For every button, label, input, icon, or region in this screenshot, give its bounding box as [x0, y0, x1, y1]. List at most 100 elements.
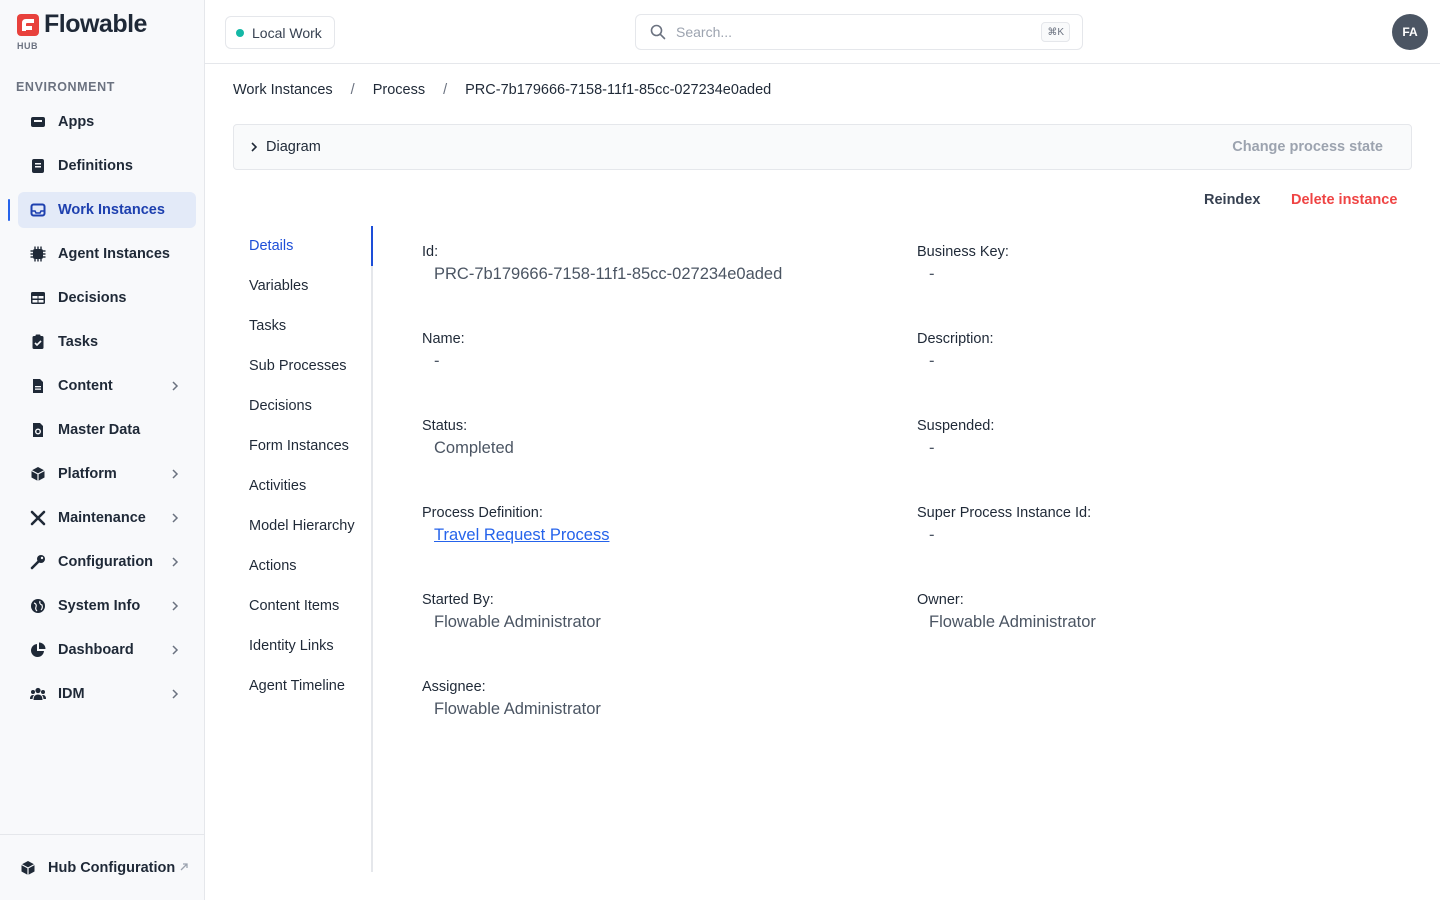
hub-configuration-link[interactable]: Hub Configuration — [0, 834, 204, 900]
change-process-state-button[interactable]: Change process state — [1232, 139, 1383, 155]
tab-sub-processes[interactable]: Sub Processes — [233, 346, 371, 386]
field-value: - — [929, 352, 935, 370]
sidebar-item-apps[interactable]: Apps — [18, 104, 196, 140]
tab-actions[interactable]: Actions — [233, 546, 371, 586]
table-icon — [30, 290, 46, 306]
breadcrumb-current: PRC-7b179666-7158-11f1-85cc-027234e0aded — [465, 82, 772, 98]
field-value: Flowable Administrator — [434, 613, 601, 631]
sidebar-item-label: IDM — [58, 686, 85, 702]
sidebar-item-label: Master Data — [58, 422, 141, 438]
sidebar-nav: Apps Definitions Work Instances Agent In… — [8, 104, 196, 720]
sidebar-item-label: Definitions — [58, 158, 133, 174]
sidebar-item-dashboard[interactable]: Dashboard — [18, 632, 196, 668]
field-label: Process Definition: — [422, 505, 543, 521]
tab-variables[interactable]: Variables — [233, 266, 371, 306]
chevron-right-icon — [172, 601, 179, 611]
sidebar-item-agent-instances[interactable]: Agent Instances — [18, 236, 196, 272]
clipboard-icon — [30, 334, 46, 350]
tools-icon — [30, 510, 46, 526]
search-bar[interactable]: ⌘K — [635, 14, 1083, 50]
field-description: Description: - — [917, 331, 994, 371]
sidebar-item-label: Platform — [58, 466, 117, 482]
field-label: Business Key: — [917, 244, 1009, 260]
cube-icon — [20, 860, 36, 876]
tab-agent-timeline[interactable]: Agent Timeline — [233, 666, 371, 706]
tab-identity-links[interactable]: Identity Links — [233, 626, 371, 666]
document-icon — [30, 378, 46, 394]
definitions-icon — [30, 158, 46, 174]
tab-decisions[interactable]: Decisions — [233, 386, 371, 426]
diagram-toggle[interactable]: Diagram Change process state — [233, 124, 1412, 170]
chevron-right-icon — [172, 557, 179, 567]
sidebar-item-label: Configuration — [58, 554, 154, 570]
tab-details[interactable]: Details — [233, 226, 373, 266]
sidebar-item-system-info[interactable]: System Info — [18, 588, 196, 624]
user-avatar[interactable]: FA — [1392, 14, 1428, 50]
globe-icon — [30, 598, 46, 614]
sidebar-item-maintenance[interactable]: Maintenance — [18, 500, 196, 536]
sidebar-item-decisions[interactable]: Decisions — [18, 280, 196, 316]
chevron-right-icon — [172, 513, 179, 523]
sidebar-item-master-data[interactable]: Master Data — [18, 412, 196, 448]
chevron-right-icon — [172, 381, 179, 391]
field-status: Status: Completed — [422, 418, 514, 458]
environment-label: Local Work — [252, 24, 322, 41]
data-icon — [30, 422, 46, 438]
field-label: Started By: — [422, 592, 494, 608]
field-business-key: Business Key: - — [917, 244, 1009, 284]
pie-chart-icon — [30, 642, 46, 658]
flowable-logo[interactable]: Flowable HUB — [17, 10, 147, 51]
field-label: Status: — [422, 418, 468, 434]
tab-activities[interactable]: Activities — [233, 466, 371, 506]
status-dot-icon — [236, 28, 244, 37]
process-definition-link[interactable]: Travel Request Process — [434, 526, 609, 545]
field-name: Name: - — [422, 331, 465, 371]
field-label: Name: — [422, 331, 465, 347]
sidebar-item-platform[interactable]: Platform — [18, 456, 196, 492]
cube-icon — [30, 466, 46, 482]
diagram-label: Diagram — [266, 139, 321, 155]
field-label: Owner: — [917, 592, 964, 608]
tab-content-items[interactable]: Content Items — [233, 586, 371, 626]
field-label: Suspended: — [917, 418, 995, 434]
search-input[interactable] — [676, 24, 1026, 40]
breadcrumb-work-instances[interactable]: Work Instances — [233, 82, 333, 98]
logo-text: Flowable — [44, 10, 147, 38]
tab-form-instances[interactable]: Form Instances — [233, 426, 371, 466]
apps-icon — [30, 114, 46, 130]
field-label: Super Process Instance Id: — [917, 505, 1092, 521]
chevron-right-icon — [172, 689, 179, 699]
field-value: PRC-7b179666-7158-11f1-85cc-027234e0aded — [434, 265, 783, 283]
environment-selector[interactable]: Local Work — [225, 16, 335, 49]
field-value: - — [434, 352, 440, 370]
field-value: - — [929, 526, 935, 544]
users-icon — [30, 686, 46, 702]
search-icon — [650, 24, 666, 40]
field-suspended: Suspended: - — [917, 418, 994, 458]
key-icon — [30, 554, 46, 570]
sidebar-item-label: Maintenance — [58, 510, 146, 526]
tab-model-hierarchy[interactable]: Model Hierarchy — [233, 506, 371, 546]
chevron-right-icon — [172, 645, 179, 655]
sidebar-item-tasks[interactable]: Tasks — [18, 324, 196, 360]
reindex-button[interactable]: Reindex — [1204, 192, 1260, 208]
sidebar-item-work-instances[interactable]: Work Instances — [8, 192, 196, 228]
field-value: Completed — [434, 439, 514, 457]
chevron-right-icon — [172, 469, 179, 479]
sidebar-item-definitions[interactable]: Definitions — [18, 148, 196, 184]
field-super-process-instance-id: Super Process Instance Id: - — [917, 505, 1091, 545]
sidebar-item-configuration[interactable]: Configuration — [18, 544, 196, 580]
field-value: Flowable Administrator — [929, 613, 1096, 631]
sidebar-item-content[interactable]: Content — [18, 368, 196, 404]
hub-configuration-label: Hub Configuration — [48, 859, 176, 876]
sidebar-item-label: Apps — [58, 114, 95, 130]
external-link-icon — [180, 863, 188, 871]
field-assignee: Assignee: Flowable Administrator — [422, 679, 601, 719]
breadcrumb-process[interactable]: Process — [373, 82, 425, 98]
delete-instance-button[interactable]: Delete instance — [1291, 192, 1397, 208]
sidebar-item-label: Tasks — [58, 334, 99, 350]
chevron-right-icon — [251, 142, 258, 152]
field-label: Assignee: — [422, 679, 486, 695]
sidebar-item-idm[interactable]: IDM — [18, 676, 196, 712]
tab-tasks[interactable]: Tasks — [233, 306, 371, 346]
